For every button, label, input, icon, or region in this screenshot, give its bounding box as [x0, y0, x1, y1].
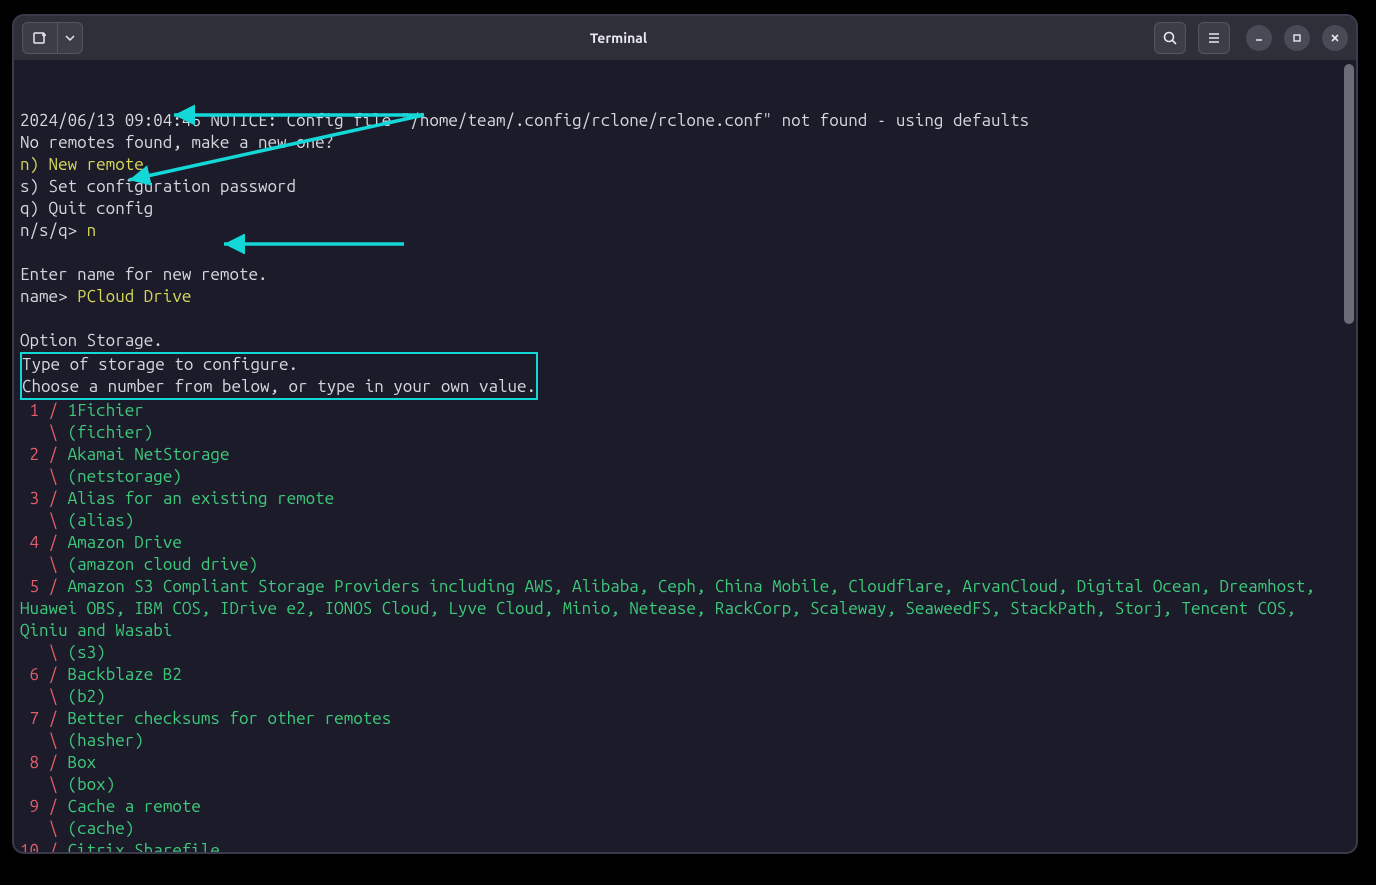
terminal-window: Terminal: [12, 14, 1358, 854]
menu-button[interactable]: [1198, 22, 1230, 54]
search-icon: [1162, 30, 1178, 46]
terminal-viewport[interactable]: 2024/06/13 09:04:46 NOTICE: Config file …: [14, 60, 1356, 854]
scrollbar-thumb[interactable]: [1344, 64, 1354, 324]
hamburger-icon: [1206, 30, 1222, 46]
minimize-icon: [1253, 32, 1265, 44]
chevron-down-icon: [65, 33, 75, 43]
maximize-button[interactable]: [1284, 25, 1310, 51]
new-tab-icon: [32, 30, 48, 46]
close-button[interactable]: [1322, 25, 1348, 51]
terminal-output: 2024/06/13 09:04:46 NOTICE: Config file …: [20, 110, 1350, 854]
search-button[interactable]: [1154, 22, 1186, 54]
window-title: Terminal: [83, 30, 1154, 46]
close-icon: [1329, 32, 1341, 44]
minimize-button[interactable]: [1246, 25, 1272, 51]
new-tab-dropdown-button[interactable]: [58, 22, 83, 54]
new-tab-button[interactable]: [22, 22, 58, 54]
titlebar-left-group: [22, 22, 83, 54]
titlebar-right-group: [1154, 22, 1348, 54]
window-controls: [1246, 25, 1348, 51]
titlebar: Terminal: [14, 16, 1356, 60]
maximize-icon: [1291, 32, 1303, 44]
